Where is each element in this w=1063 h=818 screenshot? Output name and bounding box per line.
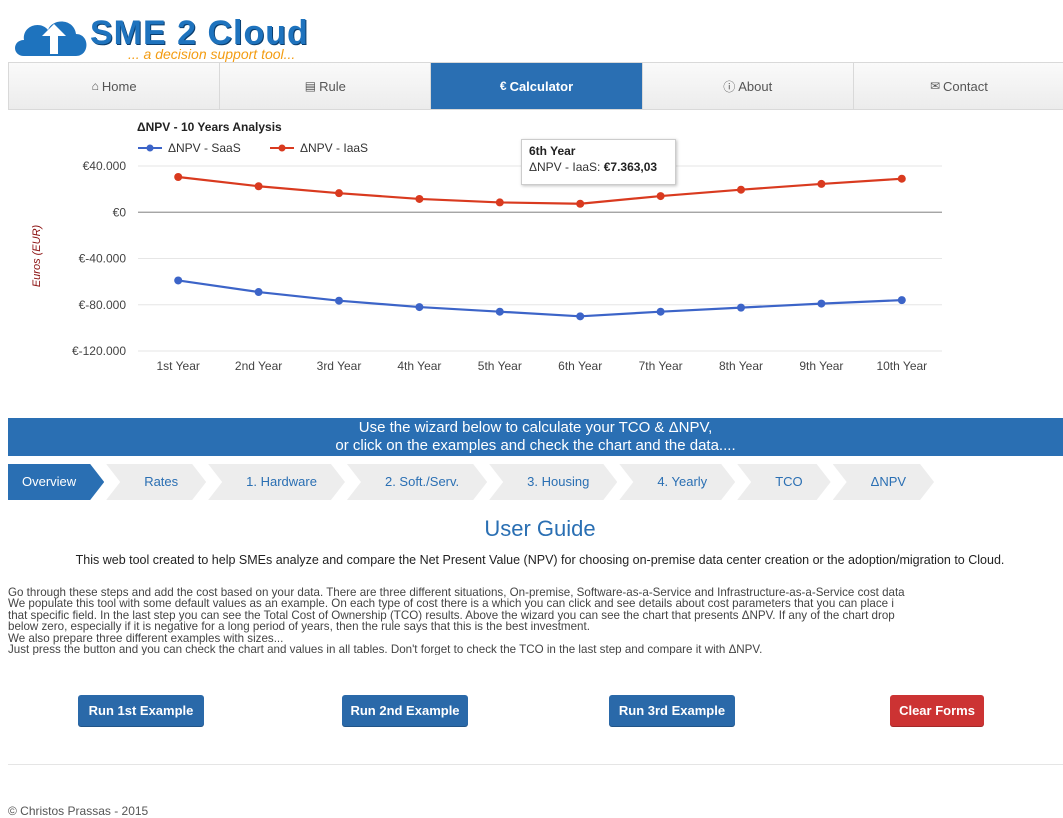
chart-legend: ΔNPV - SaaS ΔNPV - IaaS bbox=[138, 141, 368, 155]
nav-calculator[interactable]: € Calculator bbox=[431, 63, 643, 109]
data-point[interactable] bbox=[335, 189, 343, 198]
nav-contact[interactable]: ✉ Contact bbox=[854, 63, 1063, 109]
data-point[interactable] bbox=[576, 199, 585, 208]
x-tick-label: 8th Year bbox=[719, 359, 763, 373]
y-tick-label: €-40.000 bbox=[79, 252, 127, 266]
tooltip-title: 6th Year bbox=[529, 144, 576, 158]
site-logo[interactable]: SME 2 Cloud ... a decision support tool.… bbox=[10, 6, 340, 62]
data-point[interactable] bbox=[415, 194, 424, 203]
y-tick-label: €-120.000 bbox=[72, 344, 126, 358]
run-3rd-example-button[interactable]: Run 3rd Example bbox=[609, 695, 735, 727]
x-tick-label: 9th Year bbox=[799, 359, 843, 373]
data-point[interactable] bbox=[415, 303, 424, 312]
guide-line: Just press the button and you can check … bbox=[8, 642, 763, 656]
guide-body: Go through these steps and add the cost … bbox=[8, 587, 1063, 655]
data-point[interactable] bbox=[254, 288, 263, 297]
tooltip-value: €7.363,03 bbox=[603, 160, 658, 174]
cloud-upload-icon bbox=[15, 21, 87, 57]
data-point[interactable] bbox=[174, 276, 183, 285]
euro-icon: € bbox=[499, 79, 507, 93]
chart-title: ΔNPV - 10 Years Analysis bbox=[137, 120, 282, 134]
mail-icon: ✉ bbox=[929, 79, 941, 93]
nav-calculator-label: Calculator bbox=[509, 78, 574, 94]
nav-rule-label: Rule bbox=[319, 78, 346, 94]
chart-tooltip: 6th Year ΔNPV - IaaS: €7.363,03 bbox=[521, 139, 676, 185]
y-axis-label: Euros (EUR) bbox=[31, 224, 43, 287]
x-tick-label: 7th Year bbox=[639, 359, 683, 373]
tooltip-value-row: ΔNPV - IaaS: €7.363,03 bbox=[529, 160, 657, 174]
data-point[interactable] bbox=[495, 307, 504, 316]
brand-subtitle: ... a decision support tool... bbox=[128, 46, 296, 62]
wizard-banner: Use the wizard below to calculate your T… bbox=[8, 418, 1063, 456]
y-tick-label: €40.000 bbox=[83, 159, 127, 173]
step-yearly[interactable]: 4. Yearly bbox=[619, 464, 735, 500]
step-rates[interactable]: Rates bbox=[106, 464, 206, 500]
main-nav: ⌂ Home ▤ Rule € Calculator ⓘ About ✉ Con… bbox=[8, 62, 1063, 110]
data-point[interactable] bbox=[737, 303, 745, 312]
data-point[interactable] bbox=[897, 296, 906, 305]
y-tick-label: €-80.000 bbox=[79, 298, 127, 312]
info-icon: ⓘ bbox=[723, 79, 736, 94]
data-point[interactable] bbox=[495, 198, 504, 207]
legend-saas-marker bbox=[146, 144, 154, 152]
x-tick-label: 3rd Year bbox=[317, 359, 362, 373]
nav-home-label: Home bbox=[101, 78, 137, 94]
nav-about-label: About bbox=[738, 78, 773, 94]
legend-iaas-label[interactable]: ΔNPV - IaaS bbox=[300, 141, 368, 155]
x-tick-label: 4th Year bbox=[397, 359, 441, 373]
step-tco[interactable]: TCO bbox=[737, 464, 830, 500]
footer-copyright: © Christos Prassas - 2015 bbox=[8, 804, 149, 818]
rule-icon: ▤ bbox=[304, 79, 317, 93]
clear-forms-button[interactable]: Clear Forms bbox=[890, 695, 984, 727]
tooltip-label: ΔNPV - IaaS: bbox=[529, 160, 601, 174]
footer-divider bbox=[8, 764, 1063, 765]
run-1st-example-button[interactable]: Run 1st Example bbox=[78, 695, 204, 727]
chart-series bbox=[174, 172, 906, 321]
chart-grid bbox=[138, 165, 942, 352]
data-point[interactable] bbox=[576, 312, 585, 321]
guide-title: User Guide bbox=[484, 516, 596, 541]
banner-line-2: or click on the examples and check the c… bbox=[335, 437, 736, 454]
x-tick-label: 2nd Year bbox=[235, 359, 282, 373]
legend-saas-label[interactable]: ΔNPV - SaaS bbox=[168, 141, 241, 155]
data-point[interactable] bbox=[254, 182, 263, 191]
guide-line: below zero, especially if it is negative… bbox=[8, 620, 590, 634]
nav-home[interactable]: ⌂ Home bbox=[9, 63, 221, 109]
x-tick-label: 1st Year bbox=[157, 359, 200, 373]
nav-rule[interactable]: ▤ Rule bbox=[220, 63, 432, 109]
data-point[interactable] bbox=[817, 299, 826, 308]
nav-contact-label: Contact bbox=[943, 78, 988, 94]
guide-lead: This web tool created to help SMEs analy… bbox=[75, 553, 1005, 567]
data-point[interactable] bbox=[174, 172, 183, 181]
legend-iaas-marker bbox=[278, 144, 286, 152]
step-housing[interactable]: 3. Housing bbox=[489, 464, 617, 500]
step-overview[interactable]: Overview bbox=[8, 464, 104, 500]
step-soft-serv[interactable]: 2. Soft./Serv. bbox=[347, 464, 487, 500]
data-point[interactable] bbox=[897, 174, 906, 183]
nav-about[interactable]: ⓘ About bbox=[643, 63, 854, 109]
y-tick-label: €0 bbox=[113, 205, 127, 219]
step-delta-npv[interactable]: ΔNPV bbox=[833, 464, 934, 500]
x-tick-label: 6th Year bbox=[558, 359, 602, 373]
x-tick-label: 5th Year bbox=[478, 359, 522, 373]
data-point[interactable] bbox=[817, 179, 826, 188]
y-axis-ticks: €40.000 €0 €-40.000 €-80.000 €-120.000 bbox=[72, 159, 126, 358]
data-point[interactable] bbox=[737, 185, 745, 194]
data-point[interactable] bbox=[335, 296, 343, 305]
data-point[interactable] bbox=[656, 307, 665, 316]
wizard-steps: Overview Rates 1. Hardware 2. Soft./Serv… bbox=[8, 464, 936, 500]
step-hardware[interactable]: 1. Hardware bbox=[208, 464, 345, 500]
x-tick-label: 10th Year bbox=[876, 359, 927, 373]
run-2nd-example-button[interactable]: Run 2nd Example bbox=[342, 695, 468, 727]
data-point[interactable] bbox=[656, 192, 665, 201]
home-icon: ⌂ bbox=[91, 79, 99, 93]
x-axis-ticks: 1st Year 2nd Year 3rd Year 4th Year 5th Year… bbox=[157, 359, 928, 373]
series-line bbox=[178, 279, 902, 318]
banner-line-1: Use the wizard below to calculate your T… bbox=[358, 419, 713, 436]
